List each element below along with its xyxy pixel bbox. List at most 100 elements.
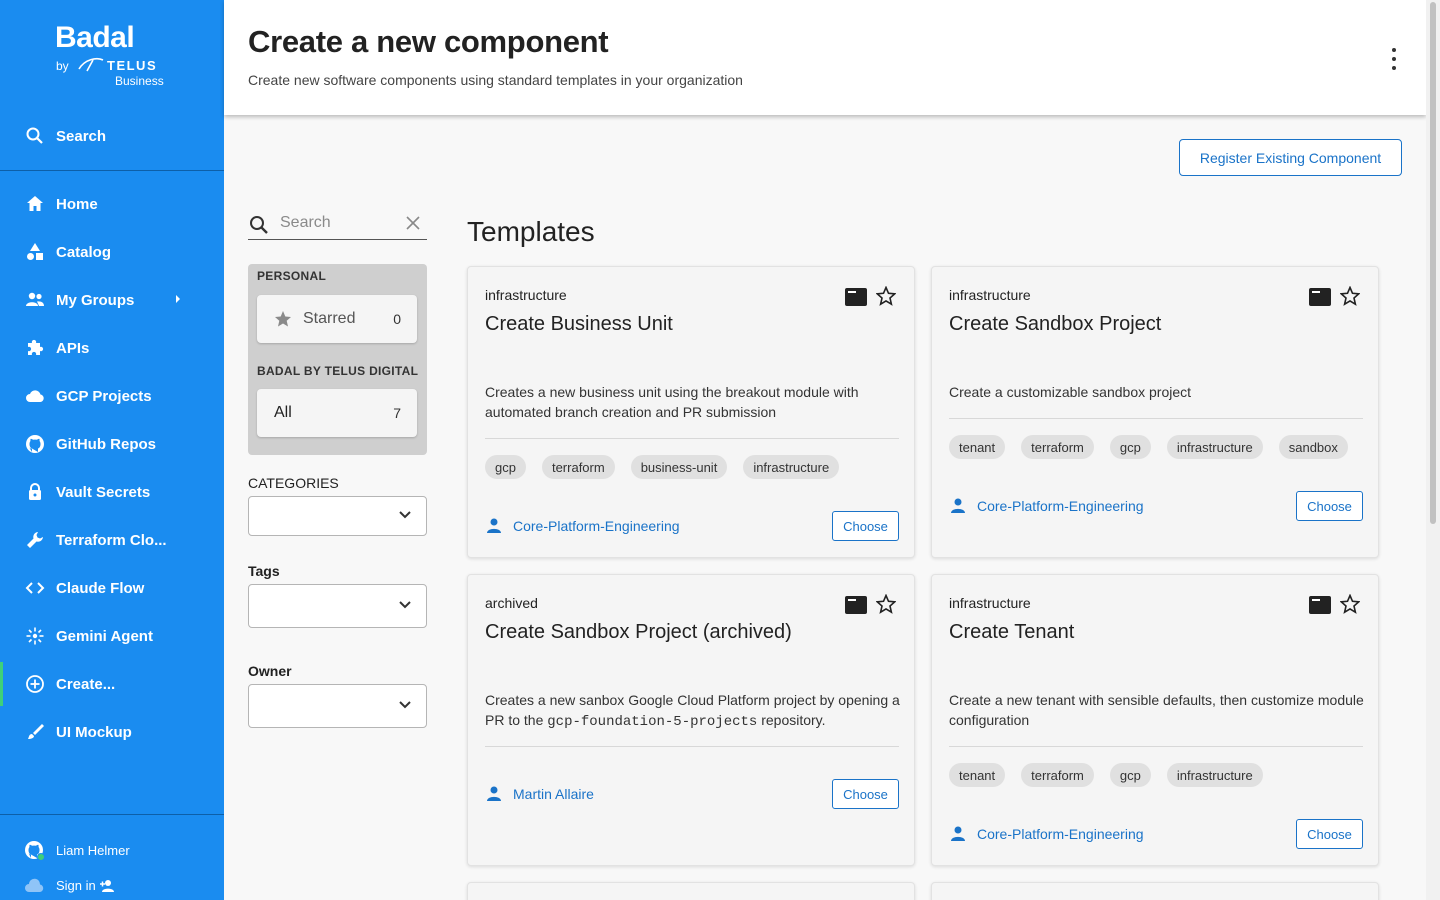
sidebar-item-ui-mockup[interactable]: UI Mockup (0, 710, 224, 754)
categories-label: CATEGORIES (248, 475, 339, 491)
starred-label: Starred (303, 310, 356, 327)
templates-heading: Templates (467, 216, 595, 247)
card-divider (949, 418, 1363, 419)
star-outline-icon[interactable] (876, 286, 896, 306)
owner-link[interactable]: Martin Allaire (513, 786, 594, 802)
template-owner: Core-Platform-Engineering (949, 497, 1144, 515)
template-title: Create Tenant (949, 621, 1075, 643)
person-icon (487, 518, 501, 533)
template-card: infrastructure Create Tenant Create a ne… (931, 574, 1379, 866)
chevron-right-icon (176, 295, 180, 303)
owner-link[interactable]: Core-Platform-Engineering (977, 498, 1144, 514)
template-type: infrastructure (949, 287, 1031, 303)
tag-chip[interactable]: gcp (1109, 763, 1151, 787)
tag-chip[interactable]: tenant (949, 763, 1006, 787)
more-options-button[interactable] (1384, 48, 1404, 70)
star-icon (275, 311, 291, 327)
badal-logo[interactable]: Badal by TELUS Business (55, 22, 164, 89)
sidebar-item-home[interactable]: Home (0, 182, 224, 226)
star-outline-icon[interactable] (1340, 286, 1360, 306)
user-name: Liam Helmer (56, 843, 130, 858)
person-icon (487, 786, 501, 801)
owner-link[interactable]: Core-Platform-Engineering (977, 826, 1144, 842)
sidebar-item-gemini-agent[interactable]: Gemini Agent (0, 614, 224, 658)
tag-chip[interactable]: terraform (1021, 763, 1094, 787)
template-type: infrastructure (949, 595, 1031, 611)
choose-button[interactable]: Choose (1296, 491, 1363, 521)
star-outline-icon[interactable] (876, 594, 896, 614)
sidebar-search[interactable]: Search (0, 114, 224, 158)
sidebar-divider (0, 170, 224, 171)
template-card: infrastructure Create Sandbox Project Cr… (931, 266, 1379, 558)
choose-button[interactable]: Choose (832, 779, 899, 809)
cloud-icon (26, 390, 44, 402)
description-code: gcp-foundation-5-projects (547, 714, 758, 730)
kebab-dot (1392, 66, 1396, 70)
all-count: 7 (393, 405, 401, 421)
tag-chip[interactable]: infrastructure (743, 455, 840, 479)
chevron-down-icon (399, 601, 411, 609)
categories-select[interactable] (248, 496, 427, 536)
sidebar-item-label: Catalog (56, 243, 112, 261)
tag-chip[interactable]: infrastructure (1166, 763, 1263, 787)
page-subtitle: Create new software components using sta… (248, 72, 743, 88)
telus-swoosh-icon (78, 57, 104, 72)
tag-chip[interactable]: terraform (1021, 435, 1094, 459)
sign-in-label: Sign in (56, 878, 96, 893)
owner-link[interactable]: Core-Platform-Engineering (513, 518, 680, 534)
template-tags: tenant terraform gcp infrastructure (949, 763, 1263, 787)
choose-button[interactable]: Choose (1296, 819, 1363, 849)
all-filter[interactable]: All 7 (257, 389, 417, 437)
tag-chip[interactable]: business-unit (630, 455, 728, 479)
sidebar-item-label: Terraform Clo... (56, 531, 167, 549)
template-card-partial (467, 882, 915, 900)
puzzle-icon (28, 339, 44, 355)
owner-label: Owner (248, 663, 292, 679)
description-text: repository. (761, 712, 826, 728)
sidebar-search-label: Search (56, 127, 107, 145)
tag-chip[interactable]: tenant (949, 435, 1006, 459)
page-scrollbar[interactable] (1426, 0, 1440, 900)
sidebar-item-vault-secrets[interactable]: Vault Secrets (0, 470, 224, 514)
template-owner: Core-Platform-Engineering (949, 825, 1144, 843)
starred-count: 0 (393, 311, 401, 327)
sidebar-item-github-repos[interactable]: GitHub Repos (0, 422, 224, 466)
owner-select[interactable] (248, 684, 427, 728)
personal-filter-panel: PERSONAL Starred 0 BADAL BY TELUS DIGITA… (248, 264, 427, 455)
tag-chip[interactable]: infrastructure (1166, 435, 1263, 459)
sidebar-item-apis[interactable]: APIs (0, 326, 224, 370)
clear-icon[interactable] (406, 216, 420, 230)
sidebar-divider (0, 814, 224, 815)
chevron-down-icon (399, 511, 411, 519)
page-header: Create a new component Create new softwa… (224, 0, 1426, 115)
tag-chip[interactable]: gcp (1109, 435, 1151, 459)
sidebar-item-label: Claude Flow (56, 579, 145, 597)
starred-filter[interactable]: Starred 0 (257, 295, 417, 343)
sidebar-item-gcp-projects[interactable]: GCP Projects (0, 374, 224, 418)
sidebar-item-claude-flow[interactable]: Claude Flow (0, 566, 224, 610)
brand-by: by (56, 59, 69, 73)
tag-chip[interactable]: sandbox (1278, 435, 1348, 459)
star-outline-icon[interactable] (1340, 594, 1360, 614)
sidebar-item-my-groups[interactable]: My Groups (0, 278, 224, 322)
sidebar-item-terraform-cloud[interactable]: Terraform Clo... (0, 518, 224, 562)
user-profile[interactable]: Liam Helmer (0, 836, 224, 864)
add-person-icon (100, 880, 114, 892)
sidebar-item-label: Vault Secrets (56, 483, 151, 501)
sidebar-item-catalog[interactable]: Catalog (0, 230, 224, 274)
tags-select[interactable] (248, 584, 427, 628)
github-avatar-icon (25, 841, 45, 861)
sidebar-item-create[interactable]: Create... (0, 662, 224, 706)
choose-button[interactable]: Choose (832, 511, 899, 541)
template-tags: gcp terraform business-unit infrastructu… (485, 455, 840, 479)
scrollbar-thumb[interactable] (1430, 2, 1436, 524)
sparkle-icon (26, 627, 44, 645)
register-existing-component-button[interactable]: Register Existing Component (1179, 139, 1402, 176)
sign-in[interactable]: Sign in (0, 872, 224, 900)
chevron-down-icon (399, 701, 411, 709)
personal-title: PERSONAL (257, 269, 327, 283)
tag-chip[interactable]: gcp (485, 455, 526, 479)
all-label: All (274, 404, 292, 421)
tag-chip[interactable]: terraform (541, 455, 615, 479)
filter-search-input[interactable] (280, 212, 400, 234)
